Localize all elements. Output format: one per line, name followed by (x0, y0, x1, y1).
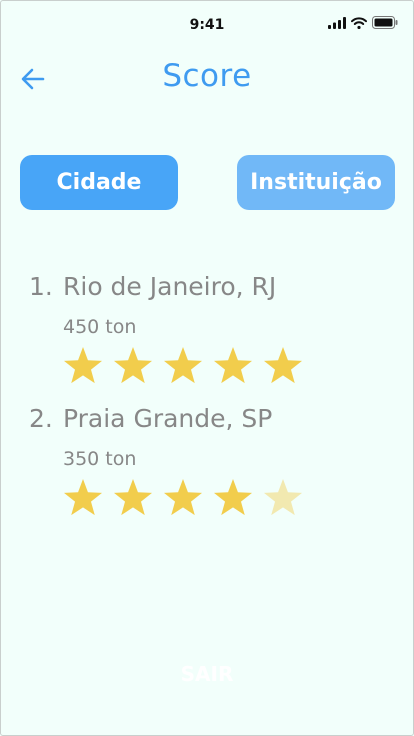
star-rating (62, 477, 304, 519)
exit-button[interactable]: SAIR (0, 662, 414, 686)
ranking-name: Praia Grande, SP (63, 404, 273, 433)
ranking-amount: 350 ton (63, 448, 137, 470)
star-filled-icon (113, 347, 153, 384)
star-filled-icon (163, 347, 203, 384)
status-bar: 9:41 (0, 0, 414, 44)
star-filled-icon (163, 479, 203, 516)
star-rating (62, 345, 304, 387)
star-filled-icon (63, 347, 103, 384)
cellular-signal-icon (328, 16, 346, 29)
page-title: Score (162, 58, 252, 94)
star-empty-icon (263, 479, 303, 516)
star-filled-icon (213, 347, 253, 384)
star-filled-icon (113, 479, 153, 516)
ranking-amount: 450 ton (63, 316, 137, 338)
battery-icon (372, 16, 398, 29)
tab-cidade[interactable]: Cidade (20, 155, 178, 210)
ranking-name: Rio de Janeiro, RJ (63, 272, 277, 301)
tab-instituicao[interactable]: Instituição (237, 155, 395, 210)
ranking-item: 2. Praia Grande, SP 350 ton (0, 404, 414, 524)
ranking-position: 1. (29, 272, 53, 301)
wifi-icon (351, 16, 367, 29)
tab-cidade-label: Cidade (56, 170, 142, 195)
star-filled-icon (63, 479, 103, 516)
star-filled-icon (263, 347, 303, 384)
star-filled-icon (213, 479, 253, 516)
ranking-position: 2. (29, 404, 53, 433)
status-icons (328, 16, 398, 29)
ranking-item: 1. Rio de Janeiro, RJ 450 ton (0, 272, 414, 392)
tab-instituicao-label: Instituição (250, 170, 382, 195)
